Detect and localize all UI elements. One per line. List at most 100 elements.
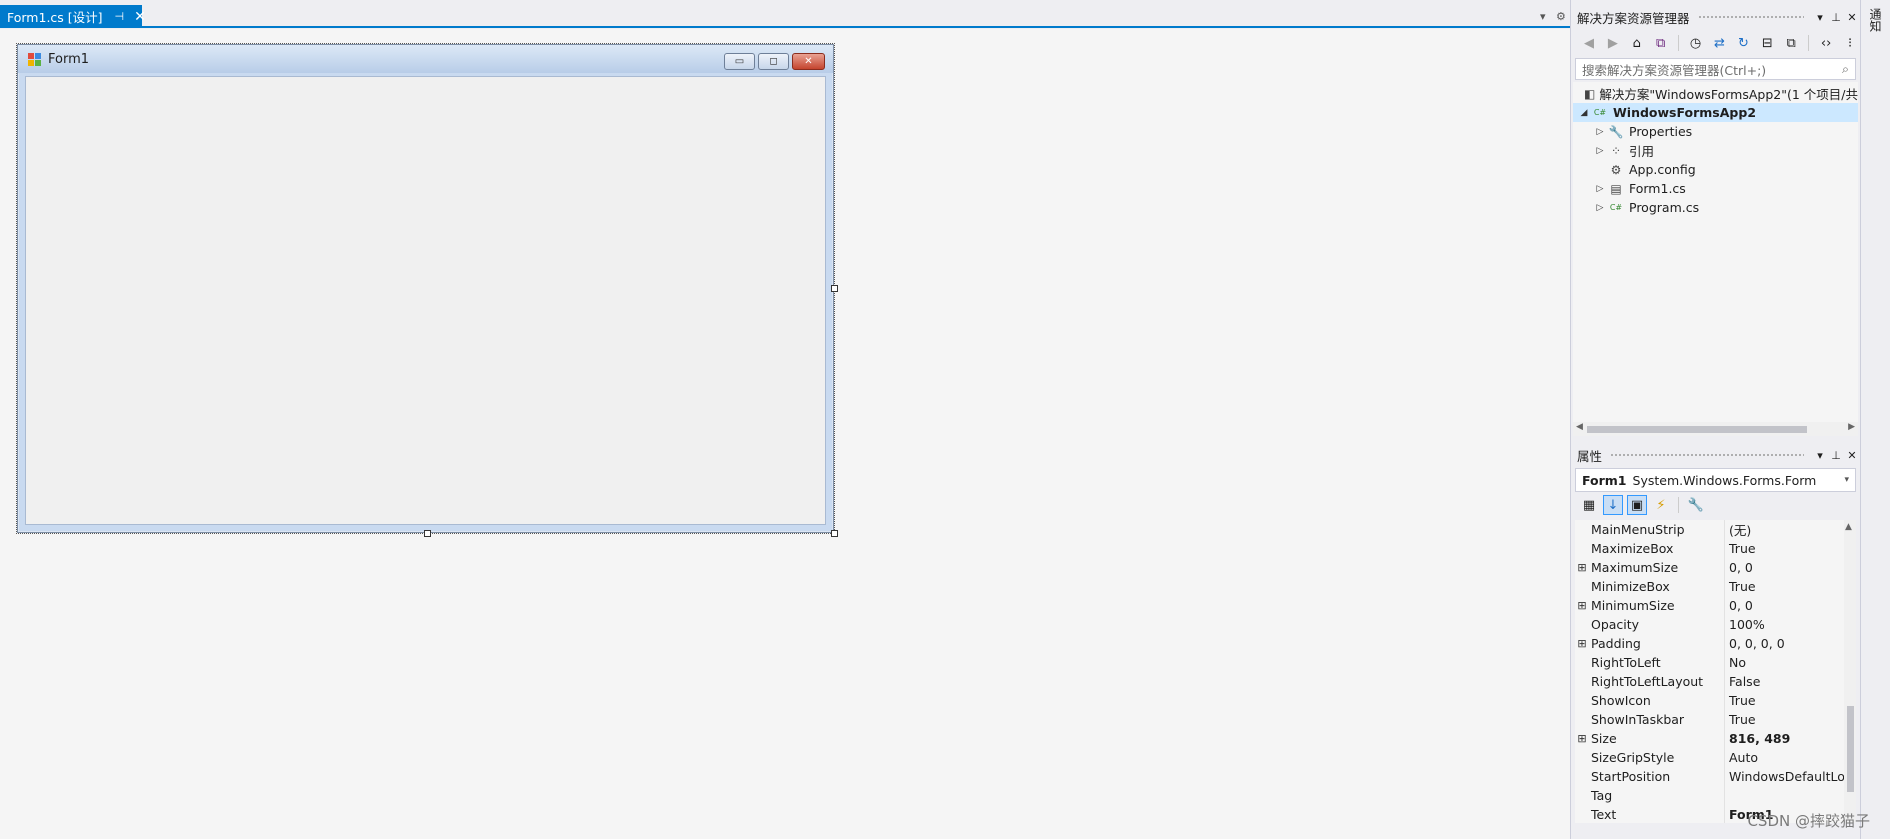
code-icon[interactable]: ‹› xyxy=(1816,33,1836,53)
properties-icon[interactable]: ▣ xyxy=(1627,495,1647,515)
form-title-bar[interactable]: Form1 ▭ ◻ ✕ xyxy=(18,45,833,73)
property-value[interactable]: (无) xyxy=(1724,520,1844,539)
property-row[interactable]: MainMenuStrip (无) xyxy=(1575,520,1844,539)
property-row[interactable]: Opacity 100% xyxy=(1575,614,1844,634)
property-row[interactable]: ShowIcon True xyxy=(1575,690,1844,710)
property-value[interactable]: No xyxy=(1724,652,1844,672)
expand-arrow-icon[interactable]: ▷ xyxy=(1593,146,1607,156)
property-row[interactable]: RightToLeft No xyxy=(1575,652,1844,672)
close-icon[interactable]: ✕ xyxy=(134,9,146,25)
resize-handle-bottom[interactable] xyxy=(424,530,431,537)
history-icon[interactable]: ◷ xyxy=(1686,33,1706,53)
categorized-icon[interactable]: ▦ xyxy=(1579,495,1599,515)
forward-icon[interactable]: ▶ xyxy=(1603,33,1623,53)
pin-icon[interactable]: ⊥ xyxy=(1828,11,1844,24)
property-value[interactable]: WindowsDefaultLocati xyxy=(1724,766,1844,786)
solution-search-input[interactable]: 搜索解决方案资源管理器(Ctrl+;) ⌕ xyxy=(1575,58,1856,80)
close-button[interactable]: ✕ xyxy=(792,53,825,70)
property-row[interactable]: ⊞ MinimumSize 0, 0 xyxy=(1575,595,1844,615)
property-value[interactable]: 0, 0 xyxy=(1724,595,1844,615)
maximize-button[interactable]: ◻ xyxy=(758,53,789,70)
scrollbar-thumb[interactable] xyxy=(1587,426,1807,433)
property-value[interactable]: Auto xyxy=(1724,747,1844,767)
back-icon[interactable]: ◀ xyxy=(1579,33,1599,53)
resize-handle-corner[interactable] xyxy=(831,530,838,537)
search-icon[interactable]: ⌕ xyxy=(1842,61,1849,77)
close-icon[interactable]: ✕ xyxy=(1844,449,1860,462)
designer-surface[interactable]: Form1 ▭ ◻ ✕ xyxy=(0,29,1570,839)
tree-item[interactable]: ◢ C# WindowsFormsApp2 xyxy=(1573,103,1858,122)
expand-arrow-icon[interactable]: ◢ xyxy=(1577,108,1591,118)
property-value[interactable]: 816, 489 xyxy=(1724,728,1844,748)
solution-tree[interactable]: ◧ 解决方案"WindowsFormsApp2"(1 个项目/共 ◢ C# Window… xyxy=(1573,82,1858,436)
more-icon[interactable]: ⁝ xyxy=(1840,33,1860,53)
tree-item[interactable]: ◧ 解决方案"WindowsFormsApp2"(1 个项目/共 xyxy=(1573,84,1858,103)
property-value[interactable]: True xyxy=(1724,709,1844,729)
chevron-down-icon[interactable]: ▾ xyxy=(1844,475,1849,485)
tree-item[interactable]: ▷ 🔧 Properties xyxy=(1573,122,1858,141)
tree-item[interactable]: ⚙ App.config xyxy=(1573,160,1858,179)
scroll-right-icon[interactable]: ▶ xyxy=(1848,422,1855,432)
property-row[interactable]: ⊞ Padding 0, 0, 0, 0 xyxy=(1575,633,1844,653)
property-row[interactable]: ⊞ MaximumSize 0, 0 xyxy=(1575,557,1844,577)
dropdown-icon[interactable]: ▾ xyxy=(1812,449,1828,462)
close-icon[interactable]: ✕ xyxy=(1844,11,1860,24)
events-icon[interactable]: ⚡ xyxy=(1651,495,1671,515)
tree-item-icon: ◧ xyxy=(1583,86,1596,101)
property-value[interactable]: 100% xyxy=(1724,614,1844,634)
sync-icon[interactable]: ⇄ xyxy=(1710,33,1730,53)
resize-handle-right[interactable] xyxy=(831,285,838,292)
expand-arrow-icon[interactable]: ▷ xyxy=(1593,203,1607,213)
property-value[interactable]: 0, 0, 0, 0 xyxy=(1724,633,1844,653)
dropdown-icon[interactable]: ▾ xyxy=(1812,11,1828,24)
panel-grip[interactable] xyxy=(1610,452,1804,458)
property-row[interactable]: StartPosition WindowsDefaultLocati xyxy=(1575,766,1844,786)
property-grid[interactable]: MainMenuStrip (无) MaximizeBox True ⊞ MaximumS… xyxy=(1575,520,1856,823)
form-client-area[interactable] xyxy=(25,76,826,525)
tree-item[interactable]: ▷ C# Program.cs xyxy=(1573,198,1858,217)
tab-overflow-icon[interactable]: ▾ xyxy=(1540,10,1546,23)
property-row[interactable]: RightToLeftLayout False xyxy=(1575,671,1844,691)
expand-icon[interactable]: ⊞ xyxy=(1575,599,1589,612)
property-row[interactable]: ⊞ Size 816, 489 xyxy=(1575,728,1844,748)
property-row[interactable]: ShowInTaskbar True xyxy=(1575,709,1844,729)
expand-arrow-icon[interactable]: ▷ xyxy=(1593,184,1607,194)
property-value[interactable]: False xyxy=(1724,671,1844,691)
collapse-all-icon[interactable]: ⊟ xyxy=(1757,33,1777,53)
property-value[interactable]: True xyxy=(1724,538,1844,558)
gear-icon[interactable]: ⚙ xyxy=(1556,10,1566,23)
property-value[interactable]: True xyxy=(1724,690,1844,710)
tab-form1-designer[interactable]: Form1.cs [设计] ⊣ ✕ xyxy=(0,5,146,28)
pin-icon[interactable]: ⊥ xyxy=(1828,449,1844,462)
expand-icon[interactable]: ⊞ xyxy=(1575,561,1589,574)
vertical-scrollbar[interactable]: ▲ xyxy=(1844,520,1856,823)
show-all-files-icon[interactable]: ⧉ xyxy=(1781,33,1801,53)
property-row[interactable]: SizeGripStyle Auto xyxy=(1575,747,1844,767)
scroll-up-icon[interactable]: ▲ xyxy=(1845,522,1852,532)
property-value[interactable] xyxy=(1724,785,1844,805)
home-icon[interactable]: ⌂ xyxy=(1627,33,1647,53)
expand-icon[interactable]: ⊞ xyxy=(1575,637,1589,650)
property-row[interactable]: MinimizeBox True xyxy=(1575,576,1844,596)
property-value[interactable]: True xyxy=(1724,576,1844,596)
expand-arrow-icon[interactable]: ▷ xyxy=(1593,127,1607,137)
tree-item[interactable]: ▷ ▤ Form1.cs xyxy=(1573,179,1858,198)
horizontal-scrollbar[interactable]: ◀ ▶ xyxy=(1573,422,1858,436)
pin-icon[interactable]: ⊣ xyxy=(115,10,125,23)
switch-views-icon[interactable]: ⧉ xyxy=(1651,33,1671,53)
refresh-icon[interactable]: ↻ xyxy=(1733,33,1753,53)
scroll-left-icon[interactable]: ◀ xyxy=(1576,422,1583,432)
panel-grip[interactable] xyxy=(1697,14,1804,20)
object-selector[interactable]: Form1 System.Windows.Forms.Form ▾ xyxy=(1575,468,1856,492)
property-value[interactable]: 0, 0 xyxy=(1724,557,1844,577)
property-row[interactable]: Tag xyxy=(1575,785,1844,805)
tree-item[interactable]: ▷ ⁘ 引用 xyxy=(1573,141,1858,160)
property-row[interactable]: MaximizeBox True xyxy=(1575,538,1844,558)
expand-icon[interactable]: ⊞ xyxy=(1575,732,1589,745)
scrollbar-thumb[interactable] xyxy=(1847,706,1854,792)
minimize-button[interactable]: ▭ xyxy=(724,53,755,70)
notifications-tab[interactable]: 通知 xyxy=(1867,8,1884,32)
alphabetical-icon[interactable]: ↓ xyxy=(1603,495,1623,515)
property-pages-icon[interactable]: 🔧 xyxy=(1686,495,1706,515)
form-designer-window[interactable]: Form1 ▭ ◻ ✕ xyxy=(16,43,835,534)
